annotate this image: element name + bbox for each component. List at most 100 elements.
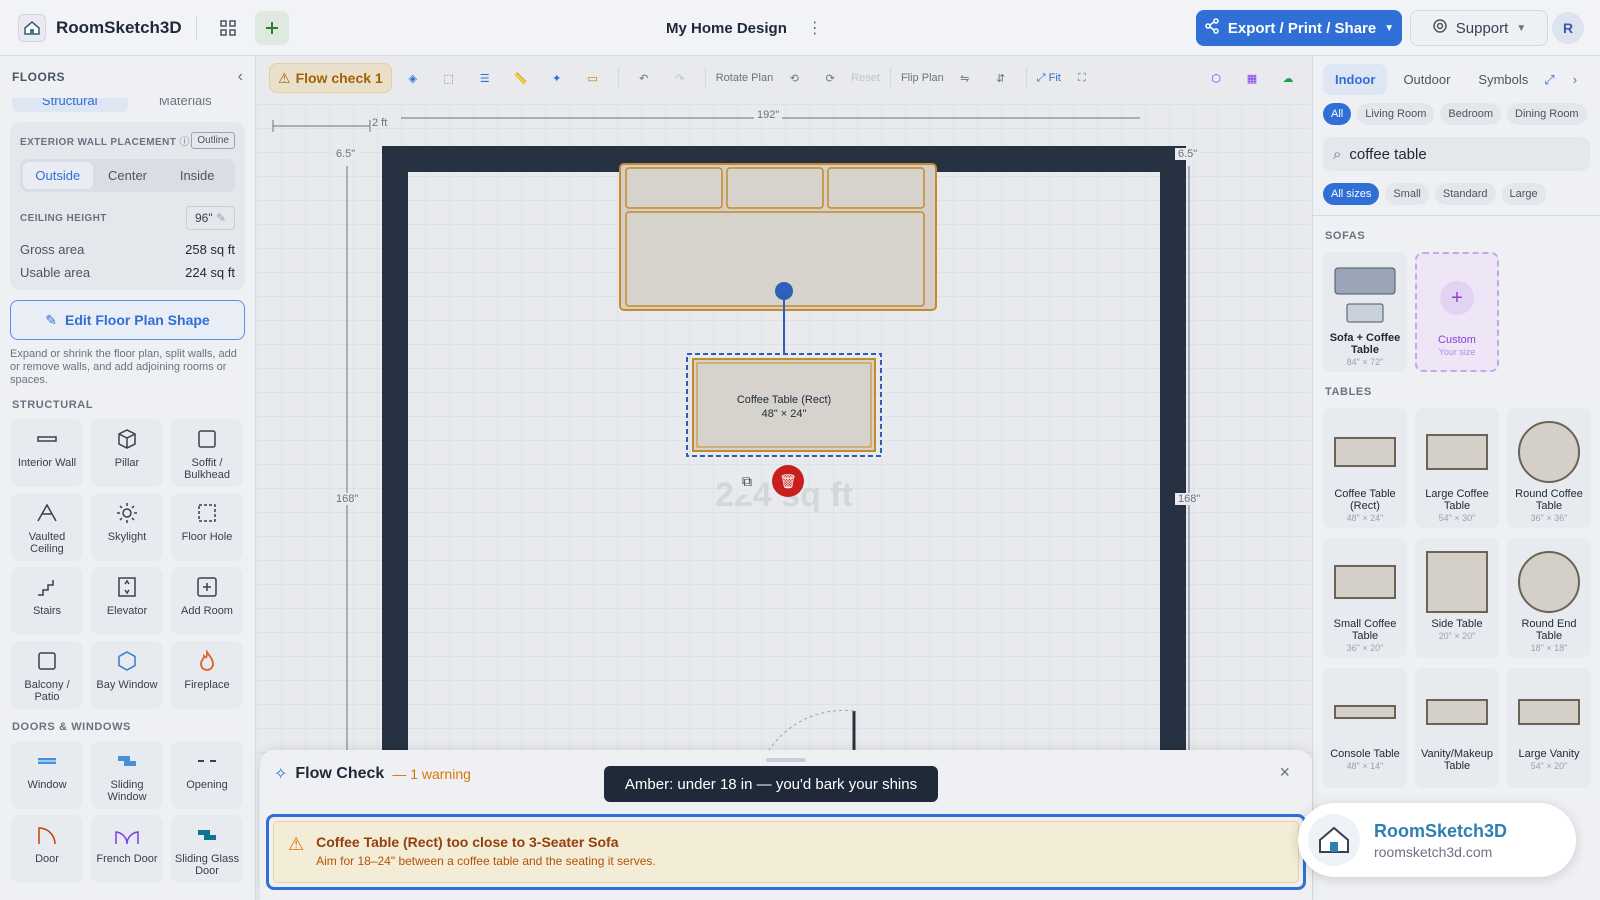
- tab-outdoor[interactable]: Outdoor: [1391, 64, 1462, 95]
- tool-interior-wall[interactable]: Interior Wall: [11, 419, 83, 487]
- rotate-right-icon[interactable]: ⟳: [815, 63, 845, 93]
- catalog-item-large-coffee-table[interactable]: Large Coffee Table 54" × 30": [1415, 408, 1499, 528]
- drawer-handle[interactable]: [766, 758, 806, 762]
- chevron-down-icon: ▼: [1516, 22, 1527, 34]
- tab-symbols[interactable]: Symbols: [1466, 64, 1540, 95]
- new-design-plus-icon[interactable]: [254, 10, 289, 45]
- tool-elevator[interactable]: Elevator: [91, 567, 163, 635]
- tool-stairs[interactable]: Stairs: [11, 567, 83, 635]
- tool-vaulted-ceiling[interactable]: Vaulted Ceiling: [11, 493, 83, 561]
- catalog-panel: Indoor Outdoor Symbols ⤢ › All Living Ro…: [1312, 56, 1600, 900]
- more-options-icon[interactable]: ⋮: [807, 18, 823, 38]
- coffee-table-label[interactable]: Coffee Table (Rect) 48" × 24": [693, 393, 875, 421]
- tool-floor-hole[interactable]: Floor Hole: [171, 493, 243, 561]
- close-icon[interactable]: ×: [1279, 762, 1290, 783]
- room-shape-icon[interactable]: ▭: [578, 63, 608, 93]
- catalog-item-custom[interactable]: + Custom Your size: [1415, 252, 1499, 372]
- chip-large[interactable]: Large: [1501, 183, 1546, 205]
- delete-trash-icon[interactable]: 🗑: [772, 465, 804, 497]
- tool-opening[interactable]: Opening: [171, 741, 243, 809]
- tool-window[interactable]: Window: [11, 741, 83, 809]
- flip-horizontal-icon[interactable]: ⇋: [950, 63, 980, 93]
- outline-button[interactable]: Outline: [191, 132, 235, 149]
- brand-badge[interactable]: RoomSketch3D roomsketch3d.com: [1298, 803, 1576, 877]
- support-button[interactable]: Support ▼: [1410, 10, 1548, 46]
- edit-floor-plan-button[interactable]: ✎ Edit Floor Plan Shape: [10, 300, 245, 340]
- select-area-icon[interactable]: ⬚: [434, 63, 464, 93]
- app-logo[interactable]: RoomSketch3D: [18, 13, 182, 42]
- document-title[interactable]: My Home Design: [666, 20, 787, 37]
- reset-button[interactable]: Reset: [851, 72, 880, 84]
- tool-add-room[interactable]: Add Room: [171, 567, 243, 635]
- sun-icon: [116, 501, 138, 525]
- sofa-thumbnail-icon: [1332, 260, 1398, 332]
- chip-small[interactable]: Small: [1385, 183, 1429, 205]
- 3d-view-icon[interactable]: ⬡: [1201, 63, 1231, 93]
- cloud-icon[interactable]: ☁: [1273, 63, 1303, 93]
- tool-pillar[interactable]: Pillar: [91, 419, 163, 487]
- layers-icon[interactable]: ☰: [470, 63, 500, 93]
- snap-magnet-icon[interactable]: ◈: [398, 63, 428, 93]
- catalog-item-coffee-table-rect[interactable]: Coffee Table (Rect) 48" × 24": [1323, 408, 1407, 528]
- tool-bay-window[interactable]: Bay Window: [91, 641, 163, 709]
- door-window-tools: Window Sliding Window Opening Door Frenc…: [11, 741, 255, 883]
- floor-hole-icon: [196, 501, 218, 525]
- tool-soffit[interactable]: Soffit / Bulkhead: [171, 419, 243, 487]
- catalog-search-input[interactable]: ⌕ coffee table: [1323, 137, 1590, 171]
- collapse-chevron-icon[interactable]: ‹: [238, 68, 243, 86]
- chip-all-sizes[interactable]: All sizes: [1323, 183, 1380, 205]
- tool-balcony[interactable]: Balcony / Patio: [11, 641, 83, 709]
- redo-icon[interactable]: ↷: [665, 63, 695, 93]
- catalog-item-console-table[interactable]: Console Table 48" × 14": [1323, 668, 1407, 788]
- tool-sliding-window[interactable]: Sliding Window: [91, 741, 163, 809]
- chip-standard[interactable]: Standard: [1434, 183, 1496, 205]
- dashboard-grid-icon[interactable]: [211, 11, 245, 45]
- measure-ruler-icon[interactable]: 📏: [506, 63, 536, 93]
- tool-fireplace[interactable]: Fireplace: [171, 641, 243, 709]
- canvas-toolbar: ⚠ Flow check 1 ◈ ⬚ ☰ 📏 ✦ ▭ ↶ ↷ Rotate Pla…: [257, 56, 1311, 100]
- warning-item[interactable]: ⚠ Coffee Table (Rect) too close to 3-Sea…: [266, 814, 1306, 890]
- rotate-left-icon[interactable]: ⟲: [779, 63, 809, 93]
- warning-triangle-icon: ⚠: [288, 834, 305, 854]
- magic-wand-icon[interactable]: ✦: [542, 63, 572, 93]
- catalog-item-side-table[interactable]: Side Table 20" × 20": [1415, 538, 1499, 658]
- chip-bedroom[interactable]: Bedroom: [1440, 103, 1502, 125]
- tool-french-door[interactable]: French Door: [91, 815, 163, 883]
- tool-sliding-glass-door[interactable]: Sliding Glass Door: [171, 815, 243, 883]
- flow-check-title: Flow Check: [295, 765, 385, 782]
- plus-icon: +: [1440, 262, 1474, 334]
- placement-outside[interactable]: Outside: [23, 162, 93, 189]
- building-icon[interactable]: ▦: [1237, 63, 1267, 93]
- export-button[interactable]: Export / Print / Share ▼: [1196, 10, 1402, 46]
- catalog-item-vanity-table[interactable]: Vanity/Makeup Table: [1415, 668, 1499, 788]
- help-icon[interactable]: ⓘ: [179, 137, 189, 148]
- flip-vertical-icon[interactable]: ⇵: [986, 63, 1016, 93]
- tool-door[interactable]: Door: [11, 815, 83, 883]
- chip-all[interactable]: All: [1323, 103, 1352, 125]
- tab-materials[interactable]: Materials: [128, 98, 244, 112]
- ceiling-height-field[interactable]: 96" ✎: [185, 206, 235, 230]
- chip-dining-room[interactable]: Dining Room: [1507, 103, 1587, 125]
- catalog-item-round-coffee-table[interactable]: Round Coffee Table 36" × 36": [1507, 408, 1591, 528]
- placement-inside[interactable]: Inside: [162, 162, 232, 189]
- catalog-item-small-coffee-table[interactable]: Small Coffee Table 36" × 20": [1323, 538, 1407, 658]
- flow-check-button[interactable]: ⚠ Flow check 1: [269, 63, 392, 93]
- catalog-item-round-end-table[interactable]: Round End Table 18" × 18": [1507, 538, 1591, 658]
- undo-icon[interactable]: ↶: [629, 63, 659, 93]
- expand-icon[interactable]: ⤢: [1544, 72, 1554, 88]
- warning-count: — 1 warning: [392, 766, 471, 782]
- user-avatar[interactable]: R: [1552, 12, 1584, 44]
- tool-skylight[interactable]: Skylight: [91, 493, 163, 561]
- fullscreen-icon[interactable]: ⛶: [1067, 63, 1097, 93]
- tab-indoor[interactable]: Indoor: [1323, 64, 1388, 95]
- chip-living-room[interactable]: Living Room: [1357, 103, 1435, 125]
- tab-structural[interactable]: Structural: [12, 98, 128, 112]
- round-table-thumbnail: [1517, 416, 1581, 488]
- fit-button[interactable]: ⤢ Fit: [1037, 72, 1061, 85]
- catalog-item-sofa-coffee-table[interactable]: Sofa + Coffee Table 84" × 72": [1323, 252, 1407, 372]
- duplicate-icon[interactable]: ⧉: [733, 467, 761, 495]
- edit-help-text: Expand or shrink the floor plan, split w…: [10, 348, 237, 386]
- catalog-item-large-vanity[interactable]: Large Vanity 54" × 20": [1507, 668, 1591, 788]
- placement-center[interactable]: Center: [93, 162, 163, 189]
- collapse-right-icon[interactable]: ›: [1573, 72, 1577, 87]
